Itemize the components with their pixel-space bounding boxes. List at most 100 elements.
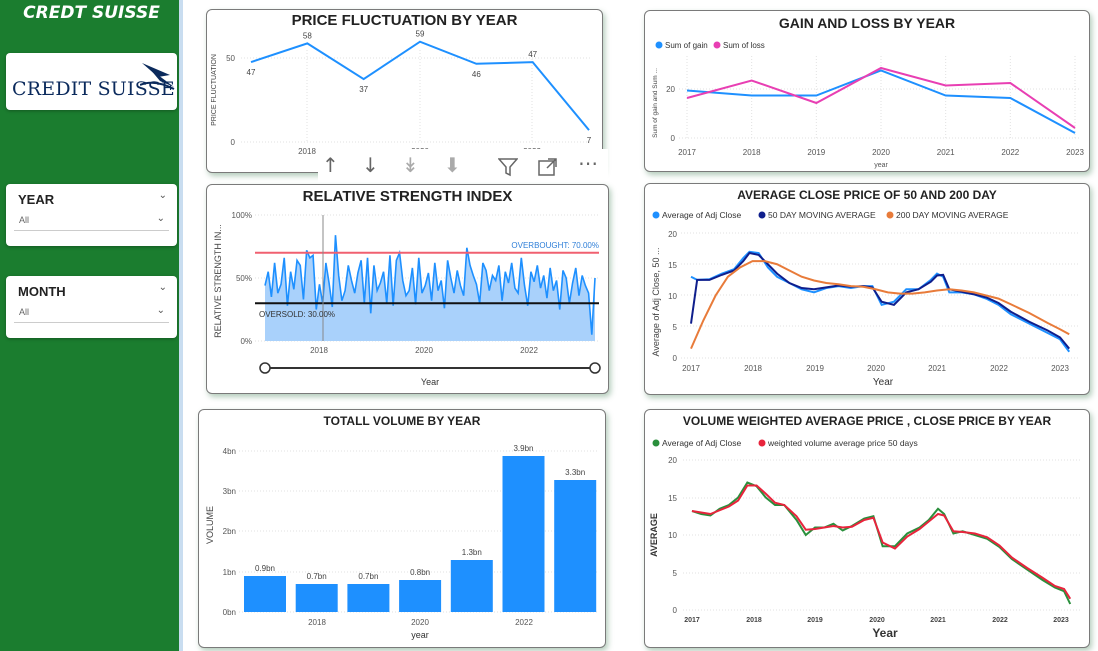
vwap-chart: Average of Adj Close weighted volume ave… xyxy=(649,438,1080,640)
x-tick: 2017 xyxy=(678,148,696,157)
data-label: 37 xyxy=(359,85,368,94)
x-tick: 2021 xyxy=(928,364,946,373)
y-tick: 2bn xyxy=(223,527,236,536)
legend-label: 50 DAY MOVING AVERAGE xyxy=(768,210,876,220)
year-dropdown[interactable]: All ⌄ xyxy=(14,212,169,231)
bar-label: 0.8bn xyxy=(410,568,430,577)
x-tick: 2018 xyxy=(744,364,762,373)
x-axis-label: Year xyxy=(421,377,439,387)
volume-bar xyxy=(554,480,597,612)
bar-label: 0.9bn xyxy=(255,564,275,573)
legend-marker xyxy=(655,41,663,49)
credit-suisse-logo: CREDIT SUISSE xyxy=(6,53,177,110)
y-tick: 10 xyxy=(668,292,677,301)
y-tick: 0 xyxy=(671,134,676,143)
legend-label: Average of Adj Close xyxy=(662,438,741,448)
y-tick: 10 xyxy=(668,531,677,540)
y-tick: 0% xyxy=(240,337,252,346)
gain-loss-chart: Sum of gain Sum of loss Sum of gain and … xyxy=(652,41,1084,169)
legend-label: weighted volume average price 50 days xyxy=(767,438,918,448)
range-slider-handle-end[interactable] xyxy=(589,362,601,374)
x-tick: 2018 xyxy=(298,147,316,156)
x-tick: 2017 xyxy=(684,617,700,624)
volume-bar xyxy=(399,580,442,612)
double-arrow-down-icon[interactable]: ↡ xyxy=(402,153,419,177)
y-axis-label: VOLUME xyxy=(205,506,215,544)
drill-down-icon[interactable]: ⬇ xyxy=(444,153,461,177)
arrow-up-icon[interactable]: ↑ xyxy=(322,153,339,177)
data-label: 7 xyxy=(587,136,592,145)
gain-loss-panel[interactable]: GAIN AND LOSS BY YEAR Sum of gain Sum of… xyxy=(644,10,1090,172)
legend-marker xyxy=(652,211,660,219)
month-dropdown[interactable]: All ⌄ xyxy=(14,304,169,323)
filter-icon[interactable] xyxy=(498,157,518,177)
range-slider-handle-start[interactable] xyxy=(259,362,271,374)
data-label: 58 xyxy=(303,31,312,40)
adj-close-line xyxy=(690,250,1071,353)
month-dropdown-value: All xyxy=(19,307,30,317)
vwap-panel[interactable]: VOLUME WEIGHTED AVERAGE PRICE , CLOSE PR… xyxy=(644,409,1090,648)
x-tick: 2018 xyxy=(308,618,326,627)
y-axis-label: Sum of gain and Sum ... xyxy=(652,68,659,138)
x-tick: 2022 xyxy=(1001,148,1019,157)
month-slicer-title: MONTH xyxy=(18,284,66,299)
avg-close-panel[interactable]: AVERAGE CLOSE PRICE OF 50 AND 200 DAY Av… xyxy=(644,183,1090,395)
x-tick: 2019 xyxy=(807,148,825,157)
volume-bar xyxy=(347,584,390,612)
legend-label: 200 DAY MOVING AVERAGE xyxy=(896,210,1009,220)
more-options-icon[interactable]: ⋯ xyxy=(578,151,598,175)
focus-mode-icon[interactable] xyxy=(538,157,558,177)
legend-label: Average of Adj Close xyxy=(662,210,741,220)
x-tick: 2021 xyxy=(930,617,946,624)
x-tick: 2020 xyxy=(411,618,429,627)
x-tick: 2022 xyxy=(992,617,1008,624)
ma200-line xyxy=(690,260,1070,350)
legend-label: Sum of loss xyxy=(723,41,765,50)
year-slicer[interactable]: YEAR ⌄ All ⌄ xyxy=(6,184,177,246)
legend-marker xyxy=(886,211,894,219)
x-tick: 2022 xyxy=(990,364,1008,373)
month-slicer[interactable]: MONTH ⌄ All ⌄ xyxy=(6,276,177,338)
y-tick: 5 xyxy=(673,323,678,332)
data-label: 47 xyxy=(528,50,537,59)
y-tick: 20 xyxy=(668,456,677,465)
volume-bar xyxy=(244,576,286,612)
price-fluctuation-chart: PRICE FLUCTUATION 50 0 2018 2020 2022 47… xyxy=(211,30,592,156)
total-volume-panel[interactable]: TOTALL VOLUME BY YEAR VOLUME 4bn 3bn 2bn… xyxy=(198,409,606,648)
data-label: 47 xyxy=(247,68,256,77)
chevron-down-icon[interactable]: ⌄ xyxy=(157,305,165,316)
y-tick: 5 xyxy=(673,569,678,578)
y-tick: 3bn xyxy=(223,487,236,496)
visual-toolbar: ↑ ↓ ↡ ⬇ ⋯ xyxy=(318,149,608,183)
bar-label: 0.7bn xyxy=(358,572,378,581)
bar-label: 3.3bn xyxy=(565,468,585,477)
x-tick: 2023 xyxy=(1051,364,1069,373)
oversold-label: OVERSOLD: 30.00% xyxy=(259,310,335,319)
x-tick: 2019 xyxy=(807,617,823,624)
x-tick: 2018 xyxy=(743,148,761,157)
x-tick: 2020 xyxy=(869,617,885,624)
x-tick: 2020 xyxy=(415,346,433,355)
logo-text: CREDIT SUISSE xyxy=(12,78,175,100)
x-tick: 2018 xyxy=(310,346,328,355)
bar-label: 3.9bn xyxy=(513,444,533,453)
x-tick: 2017 xyxy=(682,364,700,373)
x-tick: 2023 xyxy=(1066,148,1084,157)
x-axis-label: year xyxy=(411,630,429,640)
x-axis-label: year xyxy=(874,162,888,169)
data-label: 46 xyxy=(472,70,481,79)
y-tick: 15 xyxy=(668,494,677,503)
bar-label: 1.3bn xyxy=(462,548,482,557)
chevron-down-icon[interactable]: ⌄ xyxy=(159,190,167,201)
sidebar: CREDT SUISSE CREDIT SUISSE YEAR ⌄ All ⌄ … xyxy=(0,0,183,651)
x-tick: 2020 xyxy=(872,148,890,157)
bar-label: 0.7bn xyxy=(307,572,327,581)
chevron-down-icon[interactable]: ⌄ xyxy=(159,282,167,293)
total-volume-chart: VOLUME 4bn 3bn 2bn 1bn 0bn 2018 2020 202… xyxy=(205,444,599,640)
x-tick: 2022 xyxy=(515,618,533,627)
chevron-down-icon[interactable]: ⌄ xyxy=(157,213,165,224)
legend-marker xyxy=(652,439,660,447)
volume-bar xyxy=(450,560,493,612)
arrow-down-icon[interactable]: ↓ xyxy=(362,153,379,177)
rsi-panel[interactable]: RELATIVE STRENGTH INDEX RELATIVE STRENGT… xyxy=(206,184,609,394)
